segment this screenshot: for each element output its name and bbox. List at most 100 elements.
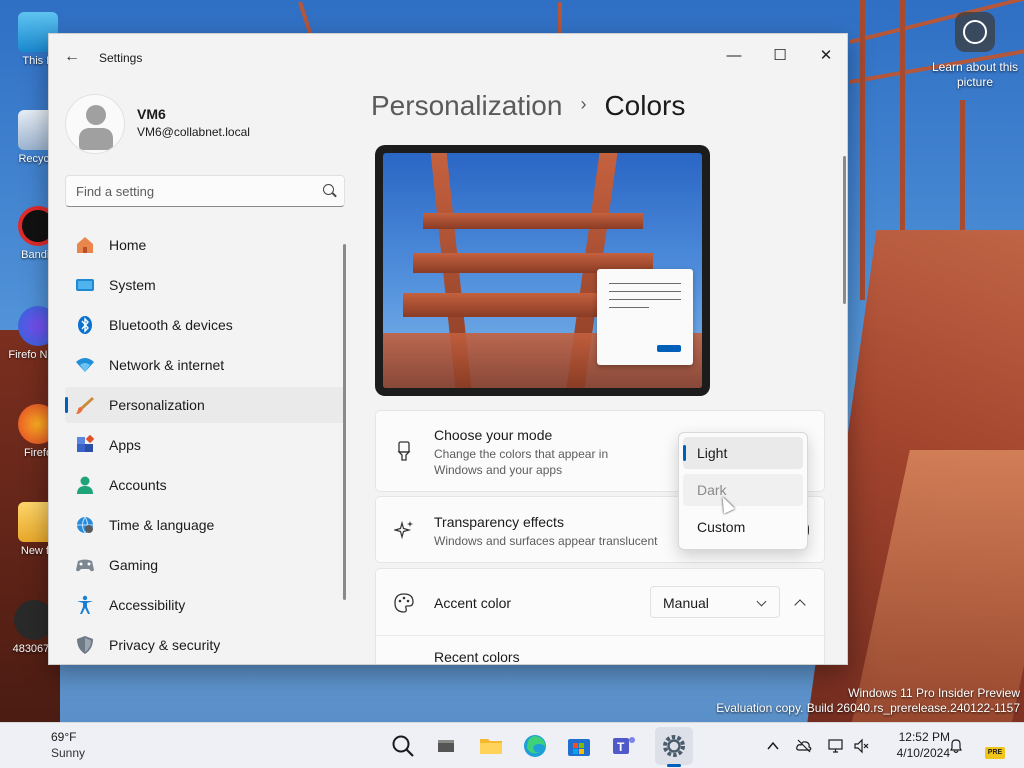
brush-icon: [394, 441, 414, 461]
search-input[interactable]: [76, 182, 306, 200]
minimize-button[interactable]: —: [711, 40, 757, 70]
settings-button[interactable]: [660, 732, 688, 760]
paintbrush-icon: [75, 395, 95, 415]
learn-about-picture-label: Learn about this picture: [931, 60, 1019, 89]
close-icon: ✕: [819, 47, 833, 64]
edge-button[interactable]: [521, 732, 549, 760]
avatar[interactable]: [65, 94, 125, 154]
accessibility-icon: [75, 595, 95, 615]
folder-icon: [480, 739, 502, 754]
cloud-off-icon: [796, 739, 812, 753]
title-bar: ← Settings — ☐ ✕: [49, 34, 847, 82]
active-app-indicator: [667, 764, 681, 767]
sidebar-item-home[interactable]: Home: [65, 227, 345, 263]
taskbar-search-button[interactable]: [389, 732, 417, 760]
breadcrumb-personalization[interactable]: Personalization: [371, 90, 562, 121]
teams-icon: T: [613, 737, 635, 754]
minimize-icon: —: [726, 46, 742, 64]
monitor-network-icon: [828, 739, 843, 753]
sparkle-icon: [392, 520, 414, 540]
volume-button[interactable]: [853, 738, 869, 754]
chevron-up-icon: [767, 741, 779, 750]
onedrive-button[interactable]: [796, 738, 812, 754]
preview-wallpaper: [383, 153, 702, 388]
transparency-subtitle: Windows and surfaces appear translucent: [434, 534, 658, 548]
bluetooth-icon: [75, 315, 95, 335]
mode-option-custom[interactable]: Custom: [683, 511, 803, 543]
settings-window: ← Settings — ☐ ✕ VM6 VM6@collabnet.local…: [48, 33, 848, 665]
sidebar-scrollbar[interactable]: [343, 244, 346, 600]
breadcrumb: Personalization › Colors: [371, 90, 685, 122]
wifi-icon: [75, 355, 95, 375]
close-button[interactable]: ✕: [803, 40, 847, 70]
insider-badge: PRE: [985, 747, 1005, 759]
system-icon: [75, 275, 95, 295]
sidebar-item-accounts[interactable]: Accounts: [65, 467, 345, 503]
sidebar-item-privacy[interactable]: Privacy & security: [65, 627, 345, 663]
page-title: Colors: [604, 90, 686, 121]
transparency-title: Transparency effects: [434, 514, 564, 530]
mode-option-dark[interactable]: Dark: [683, 474, 803, 506]
taskbar: 69°F Sunny T 12:52 PM 4/10/2024 PRE: [0, 722, 1024, 768]
network-button[interactable]: [828, 738, 844, 754]
search-icon: [392, 735, 414, 757]
back-button[interactable]: ←: [61, 46, 83, 68]
sidebar-item-personalization[interactable]: Personalization: [65, 387, 345, 423]
chevron-right-icon: ›: [580, 94, 587, 115]
sidebar-item-time-language[interactable]: Time & language: [65, 507, 345, 543]
user-email: VM6@collabnet.local: [137, 125, 250, 139]
task-view-button[interactable]: [432, 732, 460, 760]
accent-title: Accent color: [434, 595, 512, 611]
mode-subtitle: Change the colors that appear in Windows…: [434, 447, 609, 477]
bell-icon: [950, 739, 962, 754]
user-name: VM6: [137, 106, 166, 122]
teams-button[interactable]: T: [610, 732, 638, 760]
maximize-icon: ☐: [773, 47, 787, 64]
arrow-left-icon: ←: [64, 48, 80, 65]
preview-window: [597, 269, 693, 365]
home-icon: [75, 235, 95, 255]
sidebar-item-system[interactable]: System: [65, 267, 345, 303]
accent-card: Accent color Manual Recent colors: [375, 568, 826, 665]
mode-title: Choose your mode: [434, 427, 553, 443]
theme-preview: [375, 145, 710, 396]
store-button[interactable]: [565, 732, 593, 760]
accounts-icon: [75, 475, 95, 495]
apps-icon: [75, 434, 95, 455]
gamepad-icon: [75, 555, 95, 575]
sidebar-item-gaming[interactable]: Gaming: [65, 547, 345, 583]
chevron-down-icon: [756, 596, 767, 607]
learn-about-picture-button[interactable]: [955, 12, 995, 52]
show-hidden-icons-button[interactable]: [765, 738, 781, 754]
mode-dropdown: Light Dark Custom: [678, 432, 808, 550]
globe-clock-icon: [75, 515, 95, 535]
main-scrollbar[interactable]: [843, 156, 846, 304]
sidebar-item-network[interactable]: Network & internet: [65, 347, 345, 383]
app-title: Settings: [99, 51, 143, 65]
store-icon: [568, 739, 590, 756]
palette-icon: [394, 593, 414, 613]
edge-icon: [524, 735, 546, 757]
sidebar-item-apps[interactable]: Apps: [65, 427, 345, 463]
maximize-button[interactable]: ☐: [757, 40, 803, 70]
shield-icon: [75, 635, 95, 655]
mode-option-light[interactable]: Light: [683, 437, 803, 469]
sun-icon: [14, 732, 42, 760]
gear-icon: [663, 735, 685, 757]
accent-color-select[interactable]: Manual: [650, 586, 780, 618]
evaluation-watermark: Windows 11 Pro Insider Preview Evaluatio…: [716, 686, 1020, 715]
camera-icon: [963, 20, 987, 44]
divider: [376, 635, 826, 636]
search-icon: [323, 184, 334, 195]
accent-collapse-button[interactable]: [785, 587, 815, 617]
notifications-button[interactable]: [948, 738, 964, 754]
file-explorer-button[interactable]: [477, 732, 505, 760]
sidebar-item-bluetooth[interactable]: Bluetooth & devices: [65, 307, 345, 343]
search-box[interactable]: [65, 175, 345, 207]
chevron-up-icon: [794, 598, 806, 611]
sidebar-item-accessibility[interactable]: Accessibility: [65, 587, 345, 623]
recent-colors-label: Recent colors: [434, 649, 520, 665]
sidebar-nav: Home System Bluetooth & devices Network …: [65, 227, 345, 664]
task-view-icon: [438, 740, 454, 752]
svg-text:T: T: [617, 740, 625, 754]
